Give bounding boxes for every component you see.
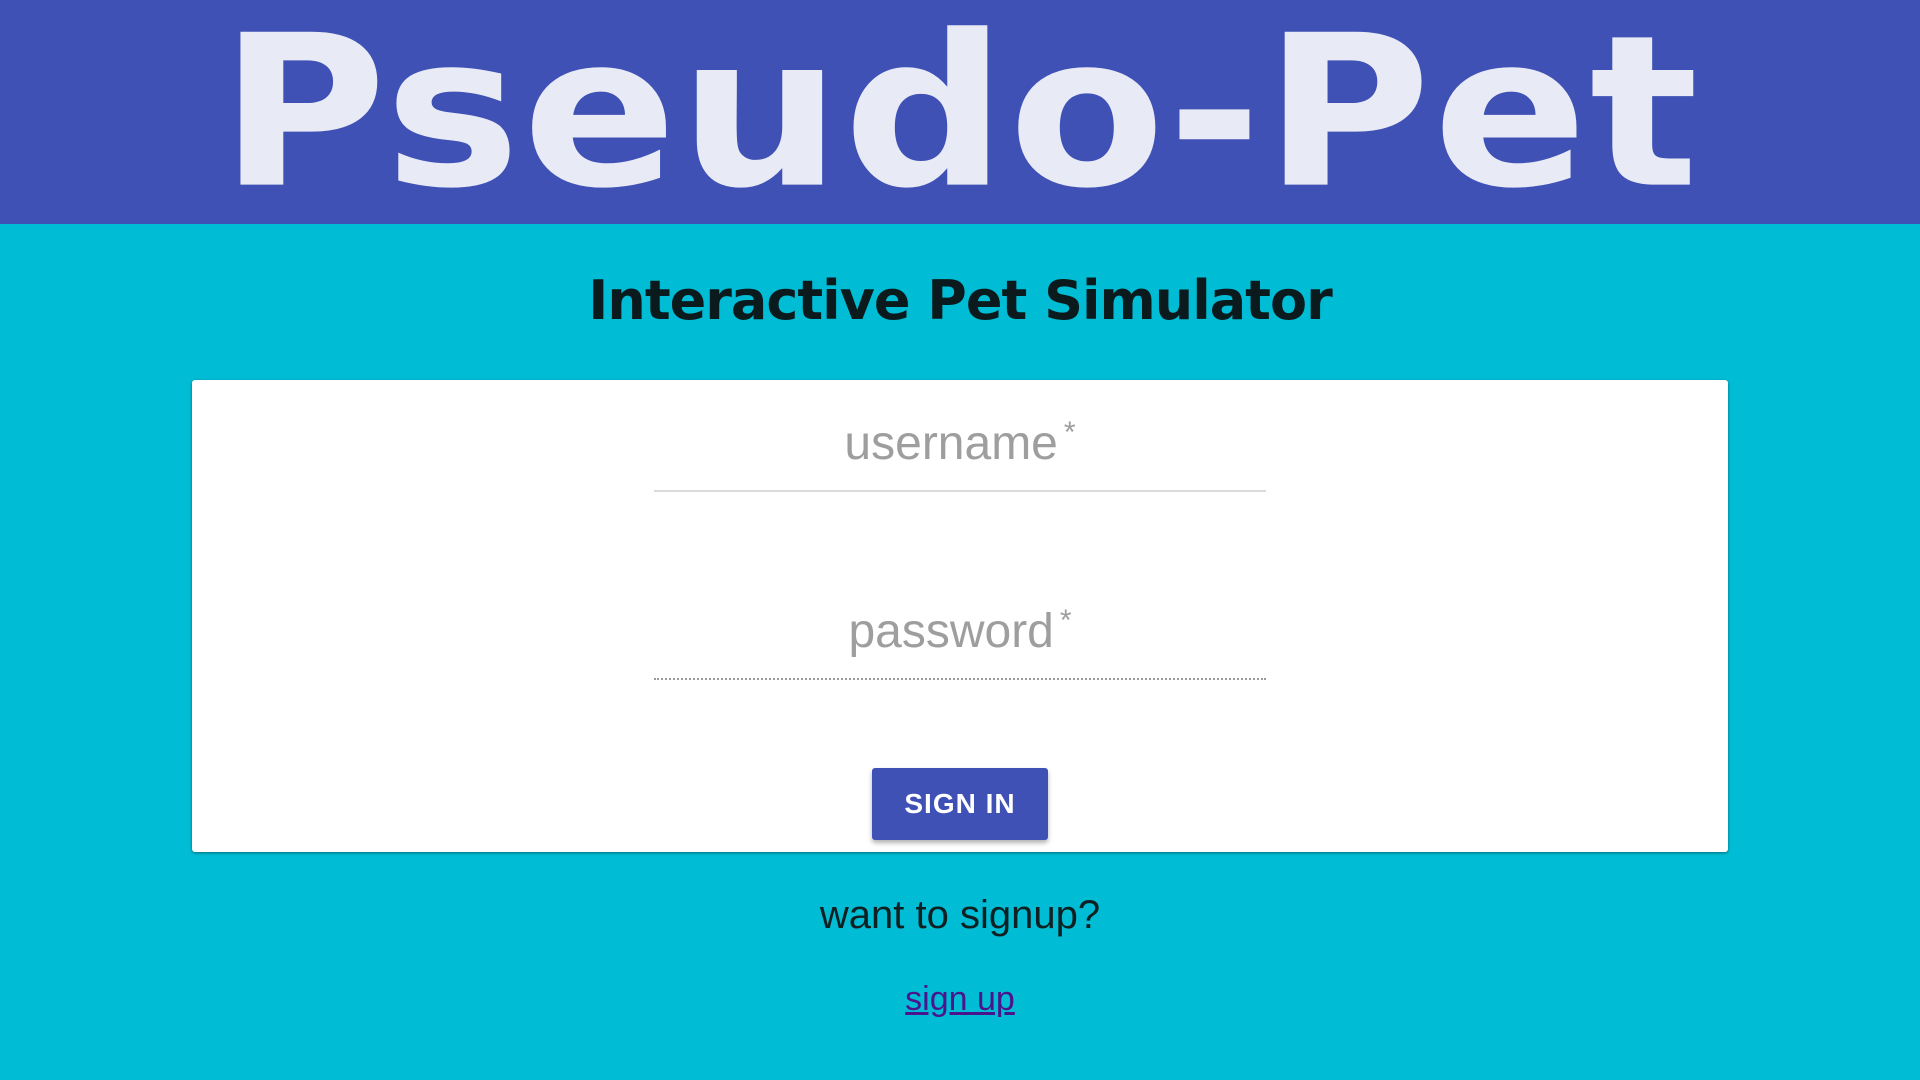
signup-link-container: sign up	[0, 976, 1920, 1022]
password-underline	[654, 678, 1266, 680]
app-header: Pseudo-Pet	[0, 0, 1920, 224]
sign-in-button[interactable]: SIGN IN	[872, 768, 1048, 840]
page-subtitle: Interactive Pet Simulator	[588, 269, 1332, 332]
login-card: username * password * SIGN IN	[192, 380, 1728, 852]
username-field[interactable]: username *	[654, 414, 1270, 494]
signup-prompt: want to signup?	[819, 893, 1101, 937]
password-input[interactable]	[654, 602, 1270, 674]
sign-up-link[interactable]: sign up	[905, 980, 1015, 1018]
username-underline	[654, 490, 1266, 492]
username-input[interactable]	[654, 414, 1270, 486]
app-title: Pseudo-Pet	[219, 0, 1701, 224]
password-field[interactable]: password *	[654, 602, 1270, 682]
